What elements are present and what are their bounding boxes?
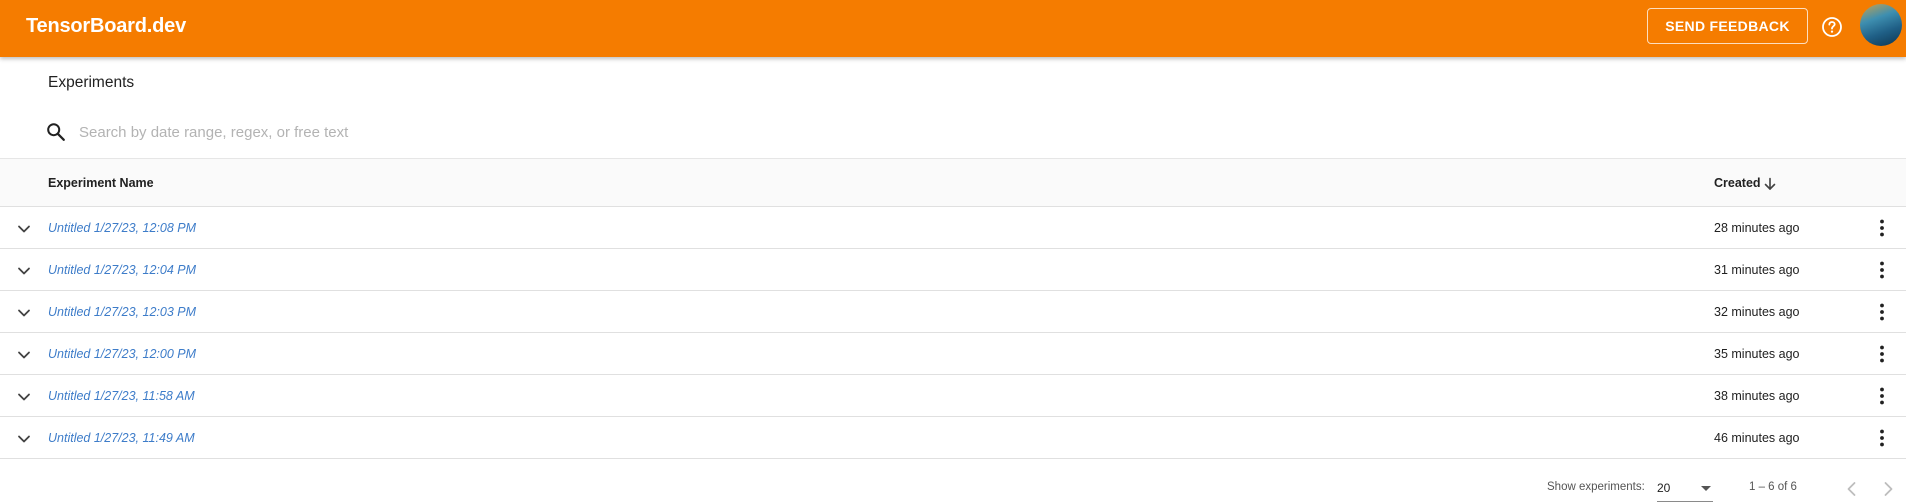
table-row: Untitled 1/27/23, 11:58 AM 38 minutes ag… [0,375,1906,417]
table-row: Untitled 1/27/23, 12:00 PM 35 minutes ag… [0,333,1906,375]
experiment-name-link[interactable]: Untitled 1/27/23, 12:08 PM [48,221,196,235]
experiment-created-time: 31 minutes ago [1714,263,1800,277]
paginator: Show experiments: 20 1 – 6 of 6 [0,470,1906,504]
help-icon[interactable] [1820,15,1844,39]
more-vert-icon[interactable] [1871,427,1893,449]
experiment-name-link[interactable]: Untitled 1/27/23, 12:03 PM [48,305,196,319]
dropdown-arrow-icon [1701,486,1711,491]
search-icon [45,121,67,143]
experiment-name-link[interactable]: Untitled 1/27/23, 12:00 PM [48,347,196,361]
page-size-select[interactable]: 20 [1657,476,1713,502]
experiment-created-time: 38 minutes ago [1714,389,1800,403]
more-vert-icon[interactable] [1871,385,1893,407]
app-title[interactable]: TensorBoard.dev [26,15,186,38]
experiment-created-time: 35 minutes ago [1714,347,1800,361]
column-header-experiment-name: Experiment Name [48,176,154,190]
experiment-created-time: 46 minutes ago [1714,431,1800,445]
chevron-right-icon[interactable] [1876,477,1900,501]
page-range-label: 1 – 6 of 6 [1749,481,1797,493]
user-avatar[interactable] [1860,4,1902,46]
page-size-value: 20 [1657,481,1671,495]
send-feedback-button[interactable]: SEND FEEDBACK [1647,8,1808,44]
experiment-created-time: 28 minutes ago [1714,221,1800,235]
column-header-created[interactable]: Created [1714,176,1761,190]
top-app-bar: TensorBoard.dev SEND FEEDBACK [0,0,1906,57]
table-row: Untitled 1/27/23, 12:03 PM 32 minutes ag… [0,291,1906,333]
arrow-down-icon[interactable] [1762,176,1778,192]
experiment-created-time: 32 minutes ago [1714,305,1800,319]
experiment-name-link[interactable]: Untitled 1/27/23, 11:49 AM [48,431,195,445]
more-vert-icon[interactable] [1871,217,1893,239]
more-vert-icon[interactable] [1871,343,1893,365]
more-vert-icon[interactable] [1871,301,1893,323]
experiment-name-link[interactable]: Untitled 1/27/23, 12:04 PM [48,263,196,277]
search-input[interactable] [79,119,979,145]
page-title: Experiments [48,74,135,91]
chevron-down-icon[interactable] [14,429,34,449]
table-row: Untitled 1/27/23, 12:04 PM 31 minutes ag… [0,249,1906,291]
page-size-label: Show experiments: [1547,481,1645,493]
table-header: Experiment Name Created [0,158,1906,207]
table-row: Untitled 1/27/23, 11:49 AM 46 minutes ag… [0,417,1906,459]
chevron-down-icon[interactable] [14,261,34,281]
chevron-left-icon[interactable] [1840,477,1864,501]
chevron-down-icon[interactable] [14,219,34,239]
more-vert-icon[interactable] [1871,259,1893,281]
experiment-name-link[interactable]: Untitled 1/27/23, 11:58 AM [48,389,195,403]
experiment-list: Untitled 1/27/23, 12:08 PM 28 minutes ag… [0,207,1906,459]
chevron-down-icon[interactable] [14,303,34,323]
chevron-down-icon[interactable] [14,345,34,365]
table-row: Untitled 1/27/23, 12:08 PM 28 minutes ag… [0,207,1906,249]
chevron-down-icon[interactable] [14,387,34,407]
